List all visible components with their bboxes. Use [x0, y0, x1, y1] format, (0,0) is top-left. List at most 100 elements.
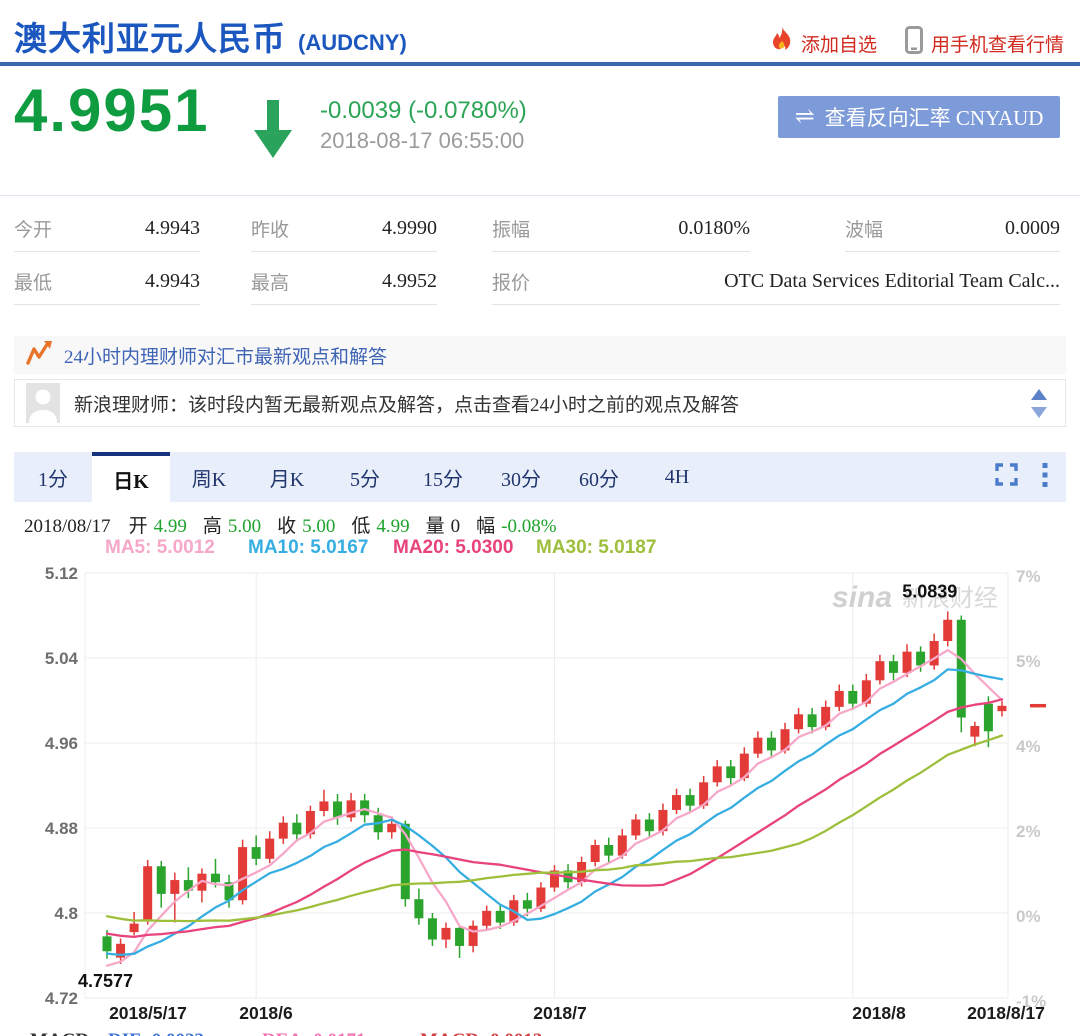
stat-quote-value: OTC Data Services Editorial Team Calc... — [724, 270, 1060, 293]
candle-body — [496, 911, 505, 923]
candle-body — [333, 801, 342, 817]
stat-amplitude: 振幅 0.0180% — [492, 205, 750, 252]
candle-body — [130, 924, 139, 933]
reverse-rate-label: 查看反向汇率 CNYAUD — [825, 102, 1044, 132]
y-axis-label-right: 5% — [1016, 652, 1041, 671]
exchange-icon: ⇌ — [795, 105, 815, 129]
y-axis-label-right: 4% — [1016, 737, 1041, 756]
y-axis-label-left: 5.12 — [45, 564, 78, 583]
quote-timestamp: 2018-08-17 06:55:00 — [320, 128, 524, 154]
current-price: 4.9951 — [14, 76, 210, 145]
candle-body — [482, 911, 491, 926]
tab-15分[interactable]: 15分 — [404, 452, 482, 502]
y-axis-label-left: 4.8 — [54, 904, 78, 923]
tab-5分[interactable]: 5分 — [326, 452, 404, 502]
candle-body — [157, 866, 166, 894]
x-axis-label: 2018/8 — [852, 1003, 906, 1023]
view-mobile-link[interactable]: 用手机查看行情 — [905, 26, 1064, 60]
candle-body — [604, 845, 613, 856]
avatar — [26, 383, 60, 423]
tab-日K[interactable]: 日K — [92, 452, 170, 502]
scroll-down-icon[interactable] — [1031, 407, 1047, 418]
stat-amplitude-value: 0.0180% — [678, 217, 750, 240]
candle-body — [319, 801, 328, 811]
tab-1分[interactable]: 1分 — [14, 452, 92, 502]
candle-body — [455, 928, 464, 946]
tab-月K[interactable]: 月K — [248, 452, 326, 502]
tab-30分[interactable]: 30分 — [482, 452, 560, 502]
x-axis-label: 2018/5/17 — [109, 1003, 187, 1023]
y-axis-label-left: 4.96 — [45, 734, 78, 753]
candle-body — [672, 795, 681, 810]
stat-range-value: 0.0009 — [1005, 217, 1060, 240]
fullscreen-icon[interactable] — [995, 463, 1018, 491]
candle-body — [753, 738, 762, 754]
candle-body — [523, 900, 532, 909]
phone-icon — [905, 26, 923, 60]
y-axis-label-right: 7% — [1016, 567, 1041, 586]
advisor-title-link[interactable]: 24小时内理财师对汇市最新观点和解答 — [64, 342, 387, 369]
x-axis-label: 2018/6 — [239, 1003, 293, 1023]
candle-body — [631, 820, 640, 836]
candle-body — [292, 823, 301, 835]
stat-open-label: 今开 — [14, 215, 52, 242]
tab-4H[interactable]: 4H — [638, 452, 716, 502]
add-watchlist-link[interactable]: 添加自选 — [771, 27, 877, 59]
candle-body — [252, 847, 261, 859]
view-mobile-label: 用手机查看行情 — [931, 30, 1064, 57]
candle-body — [903, 652, 912, 673]
stat-prev-close: 昨收 4.9990 — [251, 205, 437, 252]
candle-body — [170, 880, 179, 894]
tabbar-icons — [995, 452, 1066, 502]
interval-tabbar: 1分日K周K月K5分15分30分60分4H — [14, 452, 1066, 502]
down-arrow-icon — [254, 100, 292, 163]
macd-indicator-text: DEA: 0.0171 — [262, 1030, 365, 1036]
candle-body — [930, 641, 939, 665]
candle-body — [360, 800, 369, 815]
candle-body — [889, 661, 898, 673]
low-annotation: 4.7577 — [78, 971, 133, 991]
y-axis-label-right: 2% — [1016, 822, 1041, 841]
candle-body — [645, 820, 654, 832]
scroll-up-icon[interactable] — [1031, 389, 1047, 400]
page-title: 澳大利亚元人民币 — [14, 12, 286, 60]
stat-low-label: 最低 — [14, 268, 52, 295]
stat-high: 最高 4.9952 — [251, 258, 437, 305]
candle-body — [265, 839, 274, 859]
page-header: 澳大利亚元人民币 (AUDCNY) — [14, 12, 407, 60]
candle-body — [943, 620, 952, 641]
stat-high-label: 最高 — [251, 268, 289, 295]
y-axis-label-left: 5.04 — [45, 649, 79, 668]
trend-arrow-icon — [26, 339, 52, 372]
stat-low-value: 4.9943 — [145, 270, 200, 293]
candle-body — [848, 691, 857, 704]
macd-indicator-text: MACD — [30, 1030, 89, 1036]
candle-body — [767, 738, 776, 751]
candle-body — [713, 766, 722, 782]
high-annotation: 5.0839 — [902, 581, 957, 601]
stat-open-value: 4.9943 — [145, 217, 200, 240]
stat-open: 今开 4.9943 — [14, 205, 200, 252]
reverse-rate-button[interactable]: ⇌ 查看反向汇率 CNYAUD — [778, 96, 1060, 138]
advisor-message-box[interactable]: 新浪理财师：该时段内暂无最新观点及解答，点击查看24小时之前的观点及解答 — [14, 379, 1066, 427]
candle-body — [387, 824, 396, 833]
advisor-scroll-arrows — [1031, 389, 1047, 418]
section-divider — [0, 195, 1080, 196]
candle-body — [143, 866, 152, 920]
candle-body — [211, 874, 220, 883]
sina-watermark: sina — [832, 581, 892, 614]
candle-body — [279, 823, 288, 839]
candle-body — [957, 620, 966, 718]
more-options-icon[interactable] — [1042, 463, 1048, 492]
tab-60分[interactable]: 60分 — [560, 452, 638, 502]
candle-body — [997, 706, 1006, 711]
header-links: 添加自选 用手机查看行情 — [771, 26, 1064, 60]
candle-body — [428, 918, 437, 939]
candlestick-chart[interactable]: 5.125.044.964.884.84.727%5%4%2%0%-1%2018… — [0, 503, 1080, 1036]
candle-body — [875, 661, 884, 680]
stat-quote-label: 报价 — [492, 268, 530, 295]
stat-amplitude-label: 振幅 — [492, 215, 530, 242]
tab-周K[interactable]: 周K — [170, 452, 248, 502]
candle-body — [794, 714, 803, 729]
stat-quote-source: 报价 OTC Data Services Editorial Team Calc… — [492, 258, 1060, 305]
